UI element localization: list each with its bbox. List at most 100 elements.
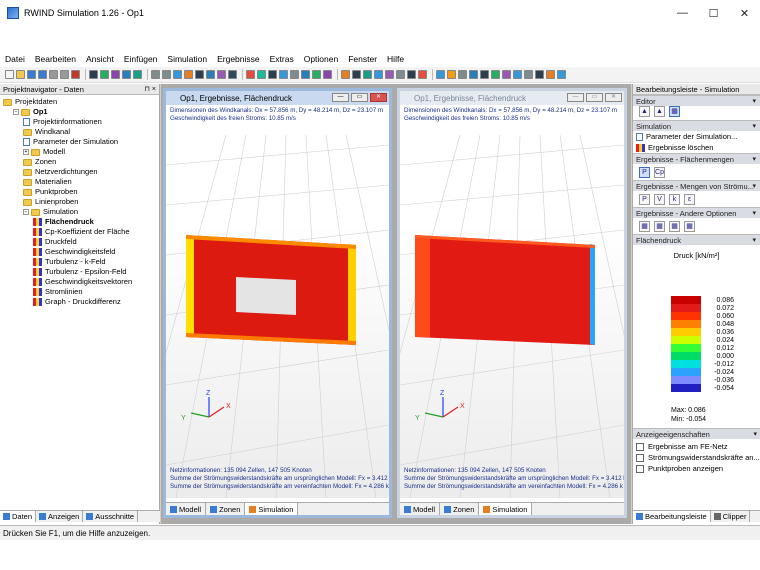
toolbar-button-icon[interactable]	[396, 70, 405, 79]
window-2-minimize-button[interactable]: —	[567, 93, 584, 102]
tree-item[interactable]: Cp-Koeffizient der Fläche	[0, 227, 159, 237]
checkbox[interactable]	[636, 442, 644, 451]
window-1-restore-button[interactable]: ▭	[351, 93, 368, 102]
tree-item[interactable]: Druckfeld	[0, 237, 159, 247]
toolbar-button-icon[interactable]	[502, 70, 511, 79]
sim-parameters-item[interactable]: Parameter der Simulation...	[633, 131, 760, 142]
section-display-properties[interactable]: Anzeigeeigenschaften ▾	[633, 428, 760, 439]
result-window-2[interactable]: Op1, Ergebnisse, Flächendruck — ▭ ✕ Dime…	[397, 88, 627, 518]
toolbar-button-icon[interactable]	[447, 70, 456, 79]
toolbar-button-icon[interactable]	[374, 70, 383, 79]
tree-toggle-icon[interactable]: −	[23, 209, 29, 215]
flow-epsilon-button[interactable]: ε	[684, 193, 695, 205]
toolbar-button-icon[interactable]	[341, 70, 350, 79]
menu-ansicht[interactable]: Ansicht	[81, 52, 119, 66]
toolbar-button-icon[interactable]	[111, 70, 120, 79]
toolbar-button-icon[interactable]	[268, 70, 277, 79]
option-button-1[interactable]: ▦	[639, 220, 650, 232]
flow-k-button[interactable]: k	[669, 193, 680, 205]
toolbar-button-icon[interactable]	[38, 70, 47, 79]
tree-item[interactable]: Turbulenz - k-Feld	[0, 257, 159, 267]
toolbar-button-icon[interactable]	[491, 70, 500, 79]
toolbar-button-icon[interactable]	[363, 70, 372, 79]
toolbar-button-icon[interactable]	[16, 70, 25, 79]
navigator-tab-ausschnitte[interactable]: Ausschnitte	[83, 511, 139, 522]
window-2-tab-simulation[interactable]: Simulation	[479, 503, 533, 515]
viewport-1[interactable]: Dimensionen des Windkanals: Dx = 57.856 …	[166, 105, 389, 498]
menu-extras[interactable]: Extras	[265, 52, 299, 66]
menu-hilfe[interactable]: Hilfe	[382, 52, 409, 66]
tree-item[interactable]: − Simulation	[0, 207, 159, 217]
tree-item[interactable]: Windkanal	[0, 127, 159, 137]
toolbar-button-icon[interactable]	[151, 70, 160, 79]
delete-results-item[interactable]: Ergebnisse löschen	[633, 142, 760, 153]
navigator-tab-daten[interactable]: Daten	[0, 511, 37, 522]
tree-item[interactable]: Graph - Druckdifferenz	[0, 297, 159, 307]
tree-item[interactable]: Flächendruck	[0, 217, 159, 227]
toolbar-button-icon[interactable]	[122, 70, 131, 79]
toolbar-button-icon[interactable]	[217, 70, 226, 79]
navigator-tab-anzeigen[interactable]: Anzeigen	[36, 511, 84, 522]
section-other-options[interactable]: Ergebnisse - Andere Optionen ▾	[633, 207, 760, 218]
toolbar-button-icon[interactable]	[301, 70, 310, 79]
toolbar-button-icon[interactable]	[257, 70, 266, 79]
tree-item[interactable]: Punktproben	[0, 187, 159, 197]
menu-datei[interactable]: Datei	[0, 52, 30, 66]
tree-item[interactable]: Projektdaten	[0, 97, 159, 107]
tree-item[interactable]: Turbulenz - Epsilon-Feld	[0, 267, 159, 277]
section-flow-quantities[interactable]: Ergebnisse - Mengen von Strömu... ▾	[633, 180, 760, 191]
toolbar-button-icon[interactable]	[60, 70, 69, 79]
section-editor[interactable]: Editor ▾	[633, 95, 760, 106]
toolbar-button-icon[interactable]	[418, 70, 427, 79]
editor-tool-2[interactable]: ▲	[654, 106, 665, 117]
navigator-header-buttons[interactable]: ⊓ ×	[145, 84, 157, 95]
toolbar-button-icon[interactable]	[184, 70, 193, 79]
editor-tool-3[interactable]: ▦	[669, 106, 680, 117]
toolbar-button-icon[interactable]	[469, 70, 478, 79]
minimize-button[interactable]: —	[667, 0, 698, 26]
tree-item[interactable]: Projektinformationen	[0, 117, 159, 127]
window-1-minimize-button[interactable]: —	[332, 93, 349, 102]
tree-item[interactable]: Geschwindigkeitsvektoren	[0, 277, 159, 287]
tree-item[interactable]: Stromlinien	[0, 287, 159, 297]
toolbar-button-icon[interactable]	[312, 70, 321, 79]
tree-item[interactable]: Linienproben	[0, 197, 159, 207]
toolbar-button-icon[interactable]	[162, 70, 171, 79]
toolbar-button-icon[interactable]	[100, 70, 109, 79]
toolbar-button-icon[interactable]	[49, 70, 58, 79]
toolbar-button-icon[interactable]	[480, 70, 489, 79]
toolbar-button-icon[interactable]	[195, 70, 204, 79]
result-window-2-titlebar[interactable]: Op1, Ergebnisse, Flächendruck — ▭ ✕	[400, 91, 624, 105]
toolbar-button-icon[interactable]	[290, 70, 299, 79]
option-button-3[interactable]: ▦	[669, 220, 680, 232]
menu-simulation[interactable]: Simulation	[162, 52, 212, 66]
display-option[interactable]: Strömungswiderstandskräfte an...	[633, 452, 760, 463]
section-simulation[interactable]: Simulation ▾	[633, 120, 760, 131]
toolbar-button-icon[interactable]	[173, 70, 182, 79]
maximize-button[interactable]: ☐	[698, 0, 729, 26]
toolbar-button-icon[interactable]	[279, 70, 288, 79]
editor-tool-1[interactable]: ▲	[639, 106, 650, 117]
toolbar-button-icon[interactable]	[385, 70, 394, 79]
display-option[interactable]: Punktproben anzeigen	[633, 463, 760, 474]
menu-einfügen[interactable]: Einfügen	[119, 52, 163, 66]
toolbar-button-icon[interactable]	[546, 70, 555, 79]
menu-fenster[interactable]: Fenster	[343, 52, 382, 66]
tree-toggle-icon[interactable]: +	[23, 149, 29, 155]
display-option[interactable]: Ergebnisse am FE-Netz	[633, 441, 760, 452]
toolbar-button-icon[interactable]	[352, 70, 361, 79]
tree-item[interactable]: − Op1	[0, 107, 159, 117]
flow-pressure-button[interactable]: P	[639, 193, 650, 205]
flow-velocity-button[interactable]: V	[654, 193, 665, 205]
toolbar-button-icon[interactable]	[458, 70, 467, 79]
tree-item[interactable]: Zonen	[0, 157, 159, 167]
tree-item[interactable]: Netzverdichtungen	[0, 167, 159, 177]
viewport-2[interactable]: Dimensionen des Windkanals: Dx = 57.856 …	[400, 105, 624, 498]
window-2-restore-button[interactable]: ▭	[586, 93, 603, 102]
window-2-close-button[interactable]: ✕	[605, 93, 622, 102]
cp-button[interactable]: Cp	[654, 166, 665, 178]
toolbar-button-icon[interactable]	[323, 70, 332, 79]
result-window-1-titlebar[interactable]: Op1, Ergebnisse, Flächendruck — ▭ ✕	[166, 91, 389, 105]
toolbar-button-icon[interactable]	[206, 70, 215, 79]
window-1-close-button[interactable]: ✕	[370, 93, 387, 102]
